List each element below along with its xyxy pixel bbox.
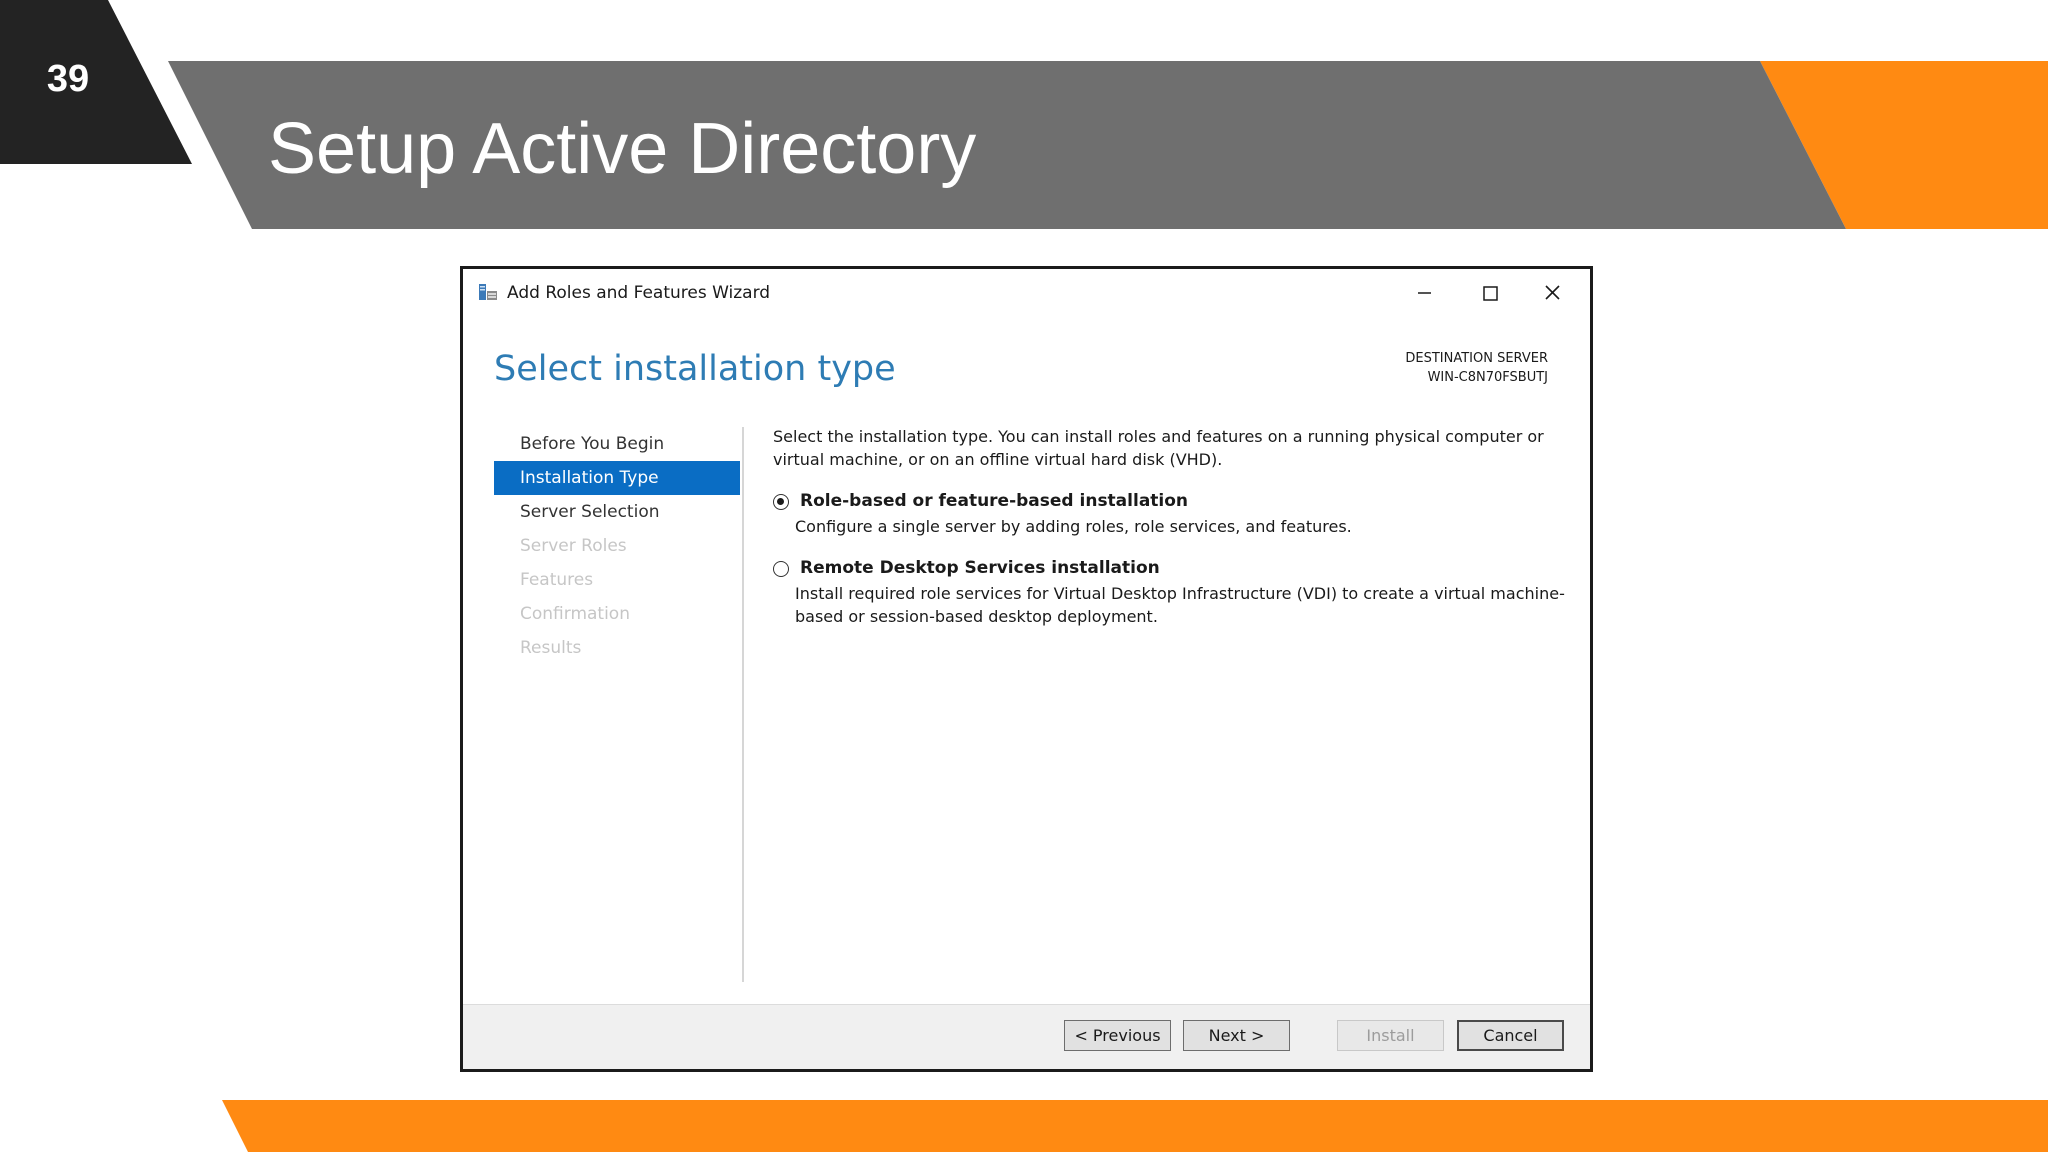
remote-desktop-label[interactable]: Remote Desktop Services installation bbox=[800, 558, 1573, 578]
next-button[interactable]: Next > bbox=[1183, 1020, 1290, 1051]
nav-divider bbox=[742, 427, 744, 982]
nav-item-features: Features bbox=[520, 570, 594, 590]
server-manager-icon bbox=[479, 284, 497, 300]
nav-item-server-roles: Server Roles bbox=[520, 536, 627, 556]
slide-bottom-bar bbox=[222, 1100, 2048, 1152]
minimize-icon[interactable] bbox=[1398, 275, 1450, 311]
destination-server-name: WIN-C8N70FSBUTJ bbox=[1427, 370, 1548, 385]
installation-type-description: Select the installation type. You can in… bbox=[773, 427, 1544, 469]
close-icon[interactable] bbox=[1526, 275, 1578, 311]
maximize-icon[interactable] bbox=[1464, 275, 1516, 311]
slide-number: 39 bbox=[46, 58, 90, 100]
previous-button[interactable]: < Previous bbox=[1064, 1020, 1171, 1051]
role-based-label[interactable]: Role-based or feature-based installation bbox=[800, 491, 1573, 511]
nav-item-results: Results bbox=[520, 638, 582, 658]
button-bar: < Previous Next > Install Cancel bbox=[463, 1004, 1590, 1069]
cancel-button[interactable]: Cancel bbox=[1457, 1020, 1564, 1051]
nav-item-installation-type[interactable]: Installation Type bbox=[494, 461, 740, 495]
slide-title: Setup Active Directory bbox=[268, 109, 977, 189]
main-content: Select the installation type. You can in… bbox=[773, 425, 1573, 628]
wizard-window: Add Roles and Features Wizard Select ins… bbox=[460, 266, 1593, 1072]
destination-server-label: DESTINATION SERVER bbox=[1405, 351, 1548, 366]
install-button[interactable]: Install bbox=[1337, 1020, 1444, 1051]
nav-item-confirmation: Confirmation bbox=[520, 604, 630, 624]
nav-item-server-selection[interactable]: Server Selection bbox=[494, 495, 740, 529]
wizard-nav: Before You Begin Installation Type Serve… bbox=[494, 427, 740, 665]
option-role-based[interactable]: Role-based or feature-based installation… bbox=[773, 491, 1573, 538]
page-heading: Select installation type bbox=[494, 349, 896, 389]
remote-desktop-description: Install required role services for Virtu… bbox=[795, 584, 1565, 626]
option-remote-desktop[interactable]: Remote Desktop Services installation Ins… bbox=[773, 558, 1573, 628]
title-bar: Add Roles and Features Wizard bbox=[463, 269, 1590, 315]
remote-desktop-radio[interactable] bbox=[773, 561, 789, 577]
window-title: Add Roles and Features Wizard bbox=[507, 283, 771, 303]
nav-item-before-you-begin[interactable]: Before You Begin bbox=[494, 427, 740, 461]
role-based-radio[interactable] bbox=[773, 494, 789, 510]
role-based-description: Configure a single server by adding role… bbox=[795, 517, 1352, 536]
